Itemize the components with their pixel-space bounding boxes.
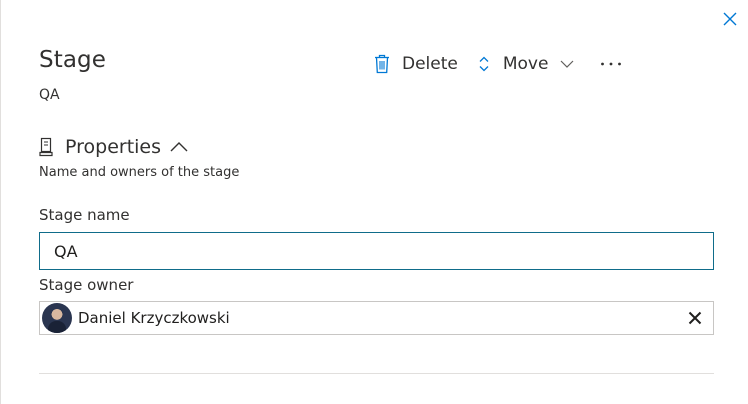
stage-owner-picker[interactable]: Daniel Krzyczkowski — [39, 301, 714, 335]
panel-title: Stage — [39, 47, 106, 73]
close-icon — [722, 11, 738, 27]
panel-left-border — [0, 0, 1, 404]
up-down-arrows-icon — [478, 55, 490, 73]
more-options-button[interactable] — [600, 48, 622, 80]
properties-description: Name and owners of the stage — [39, 165, 240, 180]
close-icon — [688, 311, 702, 325]
stage-owner-label: Stage owner — [39, 276, 134, 294]
stage-name-label: Stage name — [39, 206, 130, 224]
properties-section-toggle[interactable]: Properties — [39, 135, 188, 159]
move-button[interactable]: Move — [478, 48, 575, 80]
avatar — [42, 303, 72, 333]
remove-owner-button[interactable] — [686, 309, 704, 327]
more-icon — [600, 61, 622, 67]
trash-icon — [374, 54, 390, 74]
delete-label: Delete — [402, 54, 458, 74]
chevron-up-icon — [170, 141, 188, 153]
delete-button[interactable]: Delete — [374, 48, 458, 80]
panel-subtitle: QA — [39, 87, 60, 103]
panel-toolbar: Delete Move — [370, 48, 622, 80]
move-label: Move — [502, 54, 549, 74]
properties-header: Properties — [65, 136, 162, 158]
owner-name: Daniel Krzyczkowski — [78, 309, 230, 327]
properties-icon — [39, 137, 53, 157]
close-panel-button[interactable] — [719, 8, 741, 30]
section-divider — [39, 373, 714, 374]
chevron-down-icon — [560, 59, 574, 69]
stage-name-input[interactable] — [39, 232, 714, 270]
